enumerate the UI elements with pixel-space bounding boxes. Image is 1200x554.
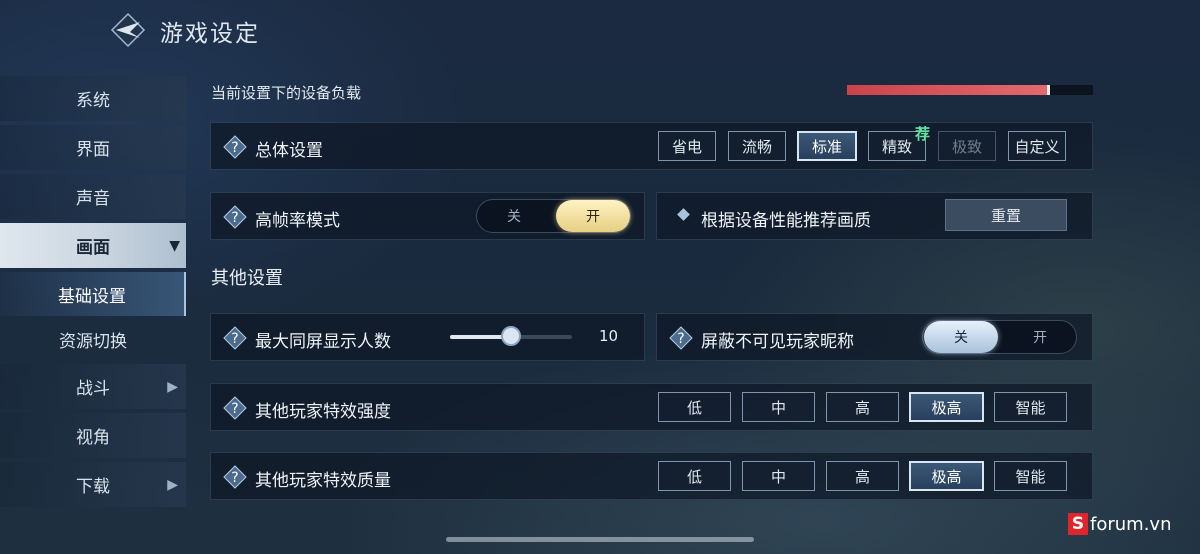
watermark: S forum.vn: [1068, 510, 1183, 538]
settings-emblem-icon: [110, 12, 146, 48]
hide-names-label: 屏蔽不可见玩家昵称: [701, 332, 854, 352]
toggle-on-option[interactable]: 开: [1003, 321, 1077, 353]
page-title: 游戏设定: [160, 21, 260, 47]
toggle-off-option[interactable]: 关: [477, 200, 551, 232]
sidebar-sub-resource-switch[interactable]: 资源切换: [0, 317, 186, 361]
sidebar-item-download[interactable]: 下载 ▶: [0, 462, 186, 507]
device-load-label: 当前设置下的设备负载: [211, 84, 362, 102]
effect-quality-high-button[interactable]: 高: [826, 461, 899, 491]
reset-button[interactable]: 重置: [945, 199, 1067, 231]
svg-text:?: ?: [231, 210, 238, 226]
sidebar-item-system[interactable]: 系统: [0, 76, 186, 121]
effect-quality-medium-button[interactable]: 中: [742, 461, 815, 491]
toggle-on-option[interactable]: 开: [556, 200, 630, 232]
sidebar-item-combat[interactable]: 战斗 ▶: [0, 364, 186, 409]
sidebar-item-interface[interactable]: 界面: [0, 125, 186, 170]
chevron-down-icon: ▼: [169, 237, 180, 254]
effect-quality-low-button[interactable]: 低: [658, 461, 731, 491]
sidebar-item-label: 画面: [76, 238, 110, 258]
chevron-right-icon: ▶: [167, 476, 178, 493]
help-icon[interactable]: ?: [223, 465, 247, 489]
max-players-slider-handle[interactable]: [501, 326, 521, 346]
sidebar-item-label: 战斗: [76, 379, 110, 399]
device-load-fill: [847, 85, 1049, 95]
recommend-quality-label: 根据设备性能推荐画质: [701, 211, 871, 231]
chevron-right-icon: ▶: [167, 378, 178, 395]
sidebar-item-label: 视角: [76, 428, 110, 448]
other-settings-title: 其他设置: [211, 268, 283, 289]
svg-text:?: ?: [231, 401, 238, 417]
hide-names-toggle[interactable]: 关 开: [922, 320, 1077, 354]
effect-strength-medium-button[interactable]: 中: [742, 392, 815, 422]
effect-quality-label: 其他玩家特效质量: [255, 471, 391, 491]
max-players-panel: ? 最大同屏显示人数: [210, 313, 645, 361]
sidebar-item-sound[interactable]: 声音: [0, 174, 186, 219]
sidebar-sub-basic-settings[interactable]: 基础设置: [0, 272, 186, 316]
effect-strength-smart-button[interactable]: 智能: [994, 392, 1067, 422]
home-indicator[interactable]: [446, 537, 754, 542]
effect-strength-low-button[interactable]: 低: [658, 392, 731, 422]
svg-text:?: ?: [231, 470, 238, 486]
high-fps-label: 高帧率模式: [255, 211, 340, 231]
toggle-off-option[interactable]: 关: [924, 321, 998, 353]
sidebar-item-label: 下载: [76, 477, 110, 497]
preset-ultimate-button[interactable]: 极致: [938, 131, 996, 161]
effect-quality-smart-button[interactable]: 智能: [994, 461, 1067, 491]
sidebar-item-label: 声音: [76, 189, 110, 209]
effect-quality-ultra-button[interactable]: 极高: [909, 461, 984, 491]
svg-text:?: ?: [231, 140, 238, 156]
preset-power-save-button[interactable]: 省电: [658, 131, 716, 161]
max-players-label: 最大同屏显示人数: [255, 332, 391, 352]
sidebar-item-label: 界面: [76, 140, 110, 160]
recommended-badge: 荐: [915, 125, 931, 143]
device-load-cap: [1047, 85, 1050, 95]
help-icon[interactable]: ?: [669, 326, 693, 350]
help-icon[interactable]: ?: [223, 326, 247, 350]
effect-strength-label: 其他玩家特效强度: [255, 402, 391, 422]
watermark-logo: S: [1068, 513, 1088, 535]
help-icon[interactable]: ?: [223, 396, 247, 420]
effect-strength-ultra-button[interactable]: 极高: [909, 392, 984, 422]
sidebar-item-graphics[interactable]: 画面 ▼: [0, 223, 186, 268]
help-icon[interactable]: ?: [223, 135, 247, 159]
watermark-text: forum.vn: [1090, 513, 1172, 535]
sidebar-item-label: 系统: [76, 91, 110, 111]
sidebar-item-label: 资源切换: [59, 331, 127, 352]
svg-text:?: ?: [231, 331, 238, 347]
overall-settings-label: 总体设置: [255, 141, 323, 161]
preset-custom-button[interactable]: 自定义: [1008, 131, 1066, 161]
effect-strength-high-button[interactable]: 高: [826, 392, 899, 422]
sidebar-item-label: 基础设置: [58, 286, 126, 307]
sidebar-item-camera[interactable]: 视角: [0, 413, 186, 458]
high-fps-toggle[interactable]: 关 开: [476, 199, 631, 233]
help-icon[interactable]: ?: [223, 205, 247, 229]
max-players-value: 10: [599, 327, 619, 345]
preset-standard-button[interactable]: 标准: [797, 131, 857, 161]
preset-smooth-button[interactable]: 流畅: [728, 131, 786, 161]
svg-text:?: ?: [677, 331, 684, 347]
